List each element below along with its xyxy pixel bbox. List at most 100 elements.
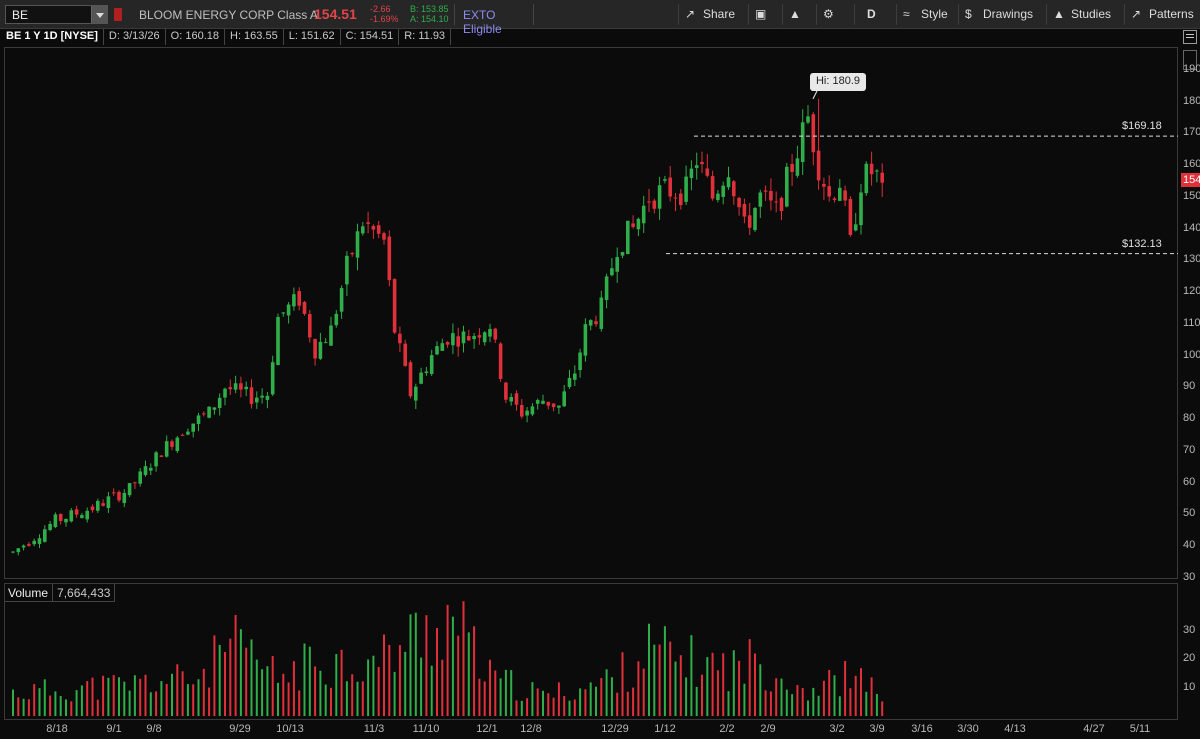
alert-bell-icon[interactable] <box>114 8 122 21</box>
volume-bar <box>785 689 788 716</box>
volume-bar <box>356 681 359 716</box>
candle-body <box>69 510 74 522</box>
time-tick: 3/9 <box>869 723 885 735</box>
volume-bar <box>324 684 327 716</box>
candle-body <box>48 523 52 531</box>
price-change: -2.66 <box>370 4 391 14</box>
candle-body <box>408 362 413 397</box>
volume-bar <box>526 698 529 716</box>
candle-body <box>429 355 434 374</box>
flask-button[interactable]: ▲ <box>782 4 812 25</box>
candle-body <box>509 396 513 402</box>
volume-bar <box>695 686 698 716</box>
style-button[interactable]: ≈ Style <box>896 4 952 25</box>
candle-body <box>679 193 683 206</box>
chevron-down-icon[interactable] <box>91 6 107 23</box>
volume-bar <box>791 694 794 716</box>
candle-body <box>260 395 264 398</box>
candle-body <box>138 471 142 484</box>
candle-body <box>859 192 863 226</box>
candle-body <box>382 233 386 240</box>
candle-body <box>313 339 317 359</box>
volume-bar <box>738 660 741 716</box>
exto-eligible-badge[interactable]: EXTO Eligible <box>454 4 534 36</box>
volume-bar <box>764 690 767 716</box>
candle-body <box>472 336 476 340</box>
candle-body <box>21 545 26 548</box>
candle-body <box>223 388 227 398</box>
time-tick: 3/30 <box>957 723 979 735</box>
price-tick: 140 <box>1183 221 1200 234</box>
flask-icon: ▲ <box>789 7 801 21</box>
candle-body <box>546 401 551 406</box>
volume-bar <box>250 639 253 716</box>
candle-body <box>334 313 339 326</box>
volume-bar <box>372 655 375 716</box>
volume-bar <box>330 687 332 716</box>
candle-body <box>456 336 460 347</box>
volume-bar <box>706 657 709 716</box>
volume-chart <box>12 601 884 716</box>
volume-tick: 10 <box>1183 680 1196 693</box>
price-tick: 150 <box>1183 189 1200 202</box>
price-tick: 30 <box>1183 570 1196 583</box>
price-tick: 40 <box>1183 539 1196 551</box>
candle-body <box>435 346 439 355</box>
candle-body <box>705 168 710 176</box>
volume-bar <box>584 689 587 716</box>
volume-bar <box>176 664 179 716</box>
settings-button[interactable]: ⚙ <box>816 4 850 25</box>
aggregation-button[interactable]: D <box>854 4 892 25</box>
volume-bar <box>626 691 629 716</box>
volume-bar <box>192 684 195 716</box>
volume-bar <box>128 690 131 716</box>
top-toolbar: BE BLOOM ENERGY CORP Class A 154.51 -2.6… <box>0 0 1200 36</box>
volume-bar <box>759 664 762 716</box>
volume-bar <box>255 659 258 716</box>
snapshot-button[interactable]: ▣ <box>748 4 778 25</box>
time-tick: 9/29 <box>229 723 251 735</box>
chart-title[interactable]: BE 1 Y 1D [NYSE] <box>4 29 104 45</box>
candle-body <box>525 410 529 416</box>
volume-bar <box>271 656 274 716</box>
chart-menu-icon[interactable] <box>1183 30 1197 44</box>
price-tick: 50 <box>1183 507 1196 520</box>
volume-bar <box>298 690 301 716</box>
candle-body <box>345 255 349 285</box>
patterns-button[interactable]: ↗ Patterns <box>1124 4 1200 25</box>
volume-bar <box>838 696 841 716</box>
candle-body <box>196 415 201 424</box>
volume-bar <box>473 626 476 716</box>
candle-body <box>186 431 190 435</box>
volume-bar <box>849 688 852 716</box>
candle-body <box>610 268 614 276</box>
candle-body <box>244 386 248 390</box>
candle-body <box>599 297 604 329</box>
candle-body <box>202 413 206 415</box>
volume-bar <box>711 652 714 716</box>
time-tick: 12/8 <box>520 723 542 735</box>
candle-body <box>424 371 429 373</box>
candle-body <box>43 529 47 542</box>
volume-bar <box>531 682 534 716</box>
time-tick: 2/9 <box>760 723 776 735</box>
candle-body <box>700 161 704 165</box>
candle-body <box>594 321 598 325</box>
studies-button[interactable]: ▲ Studies <box>1046 4 1120 25</box>
last-price-tag: 154.51 <box>1181 173 1200 187</box>
candle-body <box>376 225 381 234</box>
candle-body <box>302 301 307 314</box>
volume-bar <box>860 668 862 716</box>
candle-body <box>769 190 773 201</box>
symbol-input[interactable]: BE <box>5 5 108 24</box>
drawings-button[interactable]: $ Drawings <box>958 4 1042 25</box>
volume-bar <box>536 688 539 716</box>
volume-bar <box>589 682 592 716</box>
drawings-label: Drawings <box>983 7 1034 21</box>
volume-bar <box>441 659 444 716</box>
candle-body <box>742 203 747 217</box>
volume-bar <box>679 655 682 716</box>
price-chart[interactable] <box>4 47 1180 581</box>
studies-label: Studies <box>1071 7 1112 21</box>
share-button[interactable]: ↗ Share <box>678 4 744 25</box>
